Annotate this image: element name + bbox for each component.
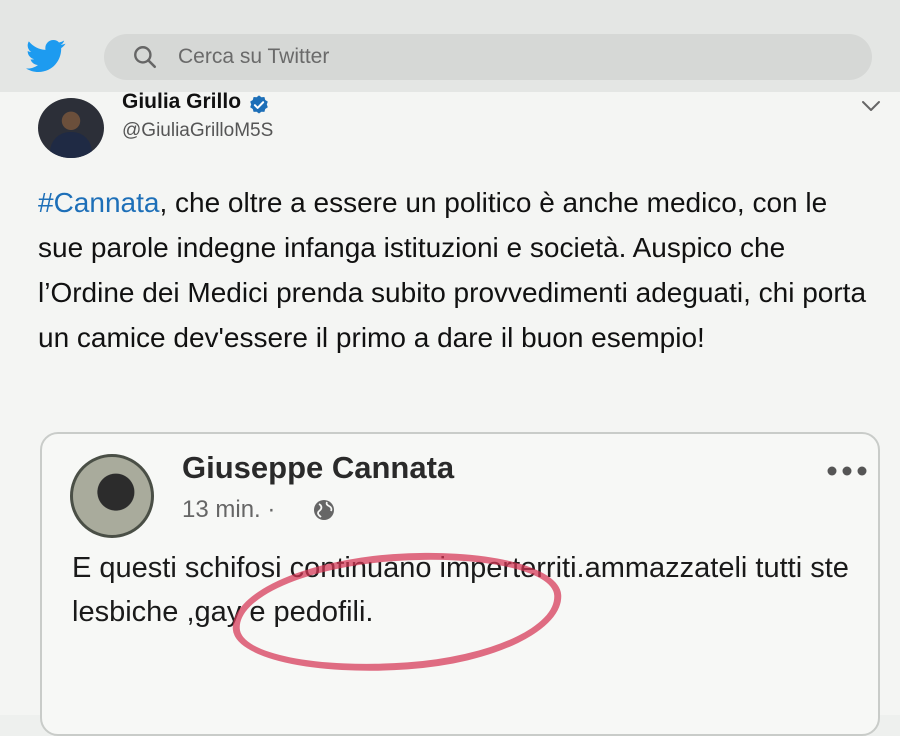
quoted-author-name: Giuseppe Cannata	[182, 450, 455, 485]
quoted-post-text: E questi schifosi continuano imperterrit…	[72, 552, 849, 628]
verified-badge-icon	[250, 95, 268, 114]
quoted-post-timestamp: 13 min. ·	[182, 496, 276, 523]
author-avatar[interactable]	[38, 98, 104, 158]
more-options-icon[interactable]	[824, 462, 870, 480]
quoted-facebook-post[interactable]: Giuseppe Cannata 13 min. · E questi schi…	[40, 432, 880, 736]
author-name[interactable]: Giulia Grillo	[122, 90, 241, 114]
globe-icon	[314, 500, 334, 520]
twitter-top-bar	[0, 0, 900, 92]
author-handle[interactable]: @GiuliaGrilloM5S	[122, 120, 273, 142]
search-input[interactable]	[178, 34, 838, 80]
quoted-author-avatar	[70, 454, 154, 538]
chevron-down-icon[interactable]	[860, 98, 882, 114]
search-bar[interactable]	[104, 34, 872, 80]
hashtag-link[interactable]: #Cannata	[38, 187, 159, 218]
search-icon	[134, 46, 157, 69]
twitter-bird-icon[interactable]	[26, 36, 66, 76]
tweet-text: #Cannata, che oltre a essere un politico…	[38, 180, 868, 360]
tweet-body-text: , che oltre a essere un politico è anche…	[38, 187, 867, 353]
tweet: Giulia Grillo @GiuliaGrilloM5S #Cannata,…	[0, 90, 900, 736]
